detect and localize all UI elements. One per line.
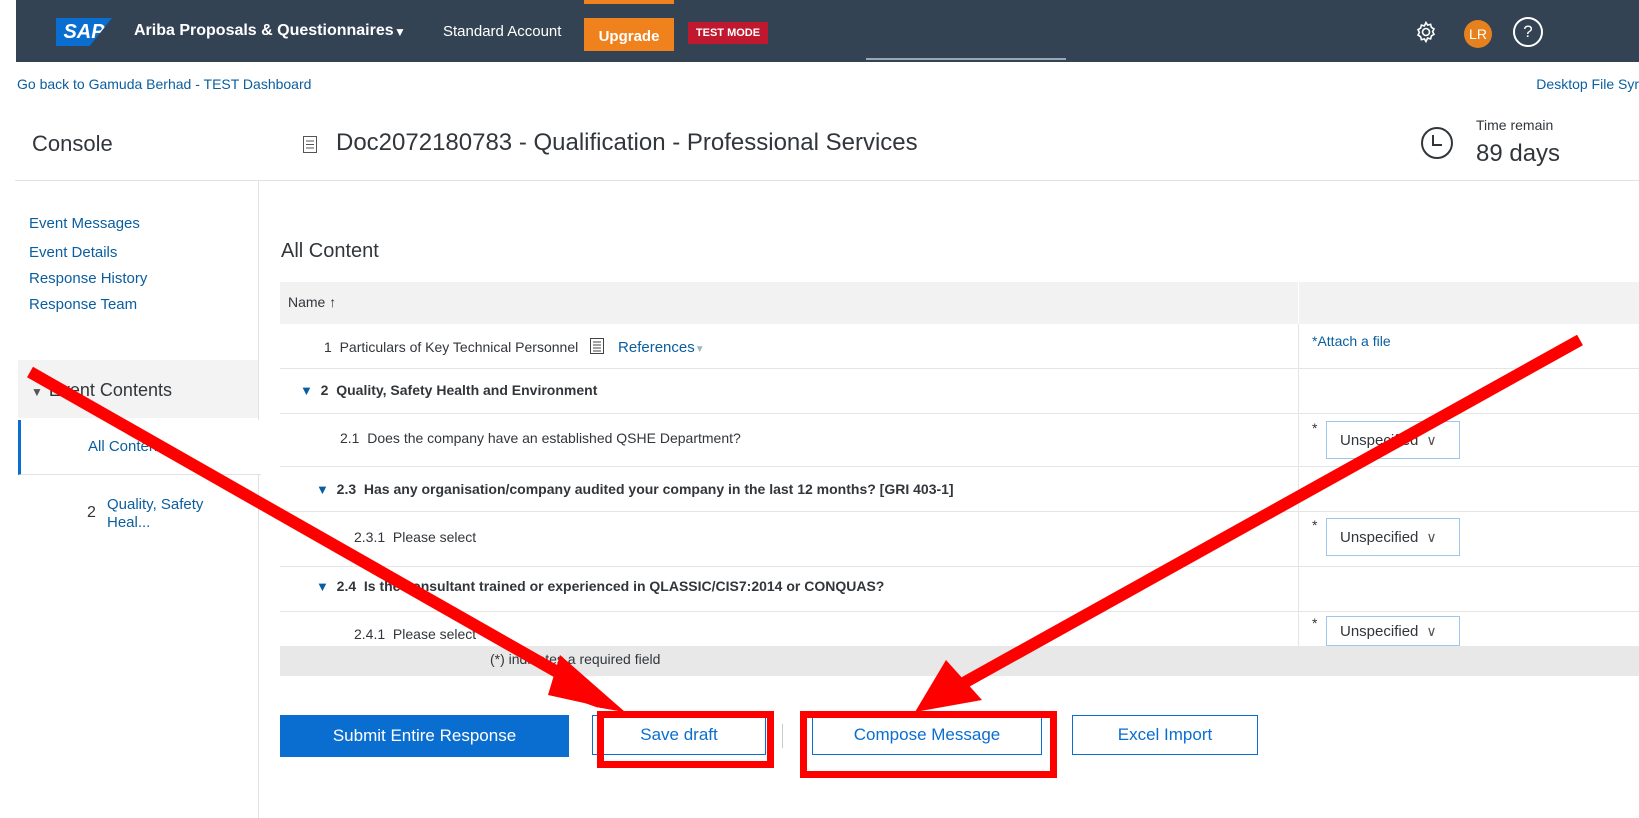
- event-contents-text: Event Contents: [48, 380, 172, 400]
- row-text: Please select: [392, 529, 477, 545]
- triangle-down-icon: ▼: [31, 385, 43, 399]
- chevron-down-icon[interactable]: ∨: [1426, 432, 1436, 449]
- annotation-box-save-draft: [597, 711, 774, 768]
- triangle-down-icon[interactable]: ▼: [316, 482, 329, 497]
- row-number: 2: [320, 382, 329, 398]
- page-title: Doc2072180783 - Qualification - Professi…: [336, 129, 918, 156]
- row-number: 2.1: [340, 430, 360, 446]
- row-text: Is the consultant trained or experienced…: [363, 578, 885, 594]
- sidebar-link-response-team[interactable]: Response Team: [29, 296, 137, 313]
- chevron-down-icon[interactable]: ∨: [1426, 529, 1436, 546]
- submit-entire-response-button[interactable]: Submit Entire Response: [280, 715, 569, 757]
- time-remaining-value: 89 days: [1476, 140, 1561, 167]
- row-2-section[interactable]: ▼ 2 Quality, Safety Health and Environme…: [300, 382, 597, 398]
- row-text: Has any organisation/company audited you…: [363, 481, 954, 497]
- account-label: Standard Account: [443, 23, 562, 40]
- row-2-3-1-question: 2.3.1 Please select: [354, 529, 476, 545]
- answer-select-2-3-1[interactable]: Unspecified ∨: [1326, 518, 1460, 556]
- row-number: 1: [324, 339, 332, 355]
- upgrade-indicator: [584, 0, 674, 4]
- document-icon: [590, 338, 605, 354]
- row-number: 2.3.1: [354, 529, 386, 545]
- triangle-down-icon[interactable]: ▼: [316, 579, 329, 594]
- upgrade-button[interactable]: Upgrade: [584, 18, 674, 51]
- row-1-label: 1 Particulars of Key Technical Personnel…: [324, 338, 705, 356]
- back-to-dashboard-link[interactable]: Go back to Gamuda Berhad - TEST Dashboar…: [17, 76, 311, 92]
- section-title: All Content: [281, 240, 379, 262]
- sidebar-item-number: 2: [87, 504, 96, 521]
- row-number: 2.4: [336, 578, 357, 594]
- annotation-box-compose-message: [800, 711, 1057, 778]
- required-field-note: (*) indicates a required field: [490, 651, 661, 667]
- sidebar-divider: [258, 181, 259, 818]
- attach-file-link[interactable]: *Attach a file: [1312, 333, 1391, 349]
- button-separator: [782, 724, 783, 748]
- desktop-file-sync-link[interactable]: Desktop File Syr: [1536, 76, 1639, 92]
- row-2-1-question: 2.1 Does the company have an established…: [340, 430, 741, 446]
- time-remaining-label: Time remain: [1476, 117, 1554, 133]
- required-star: *: [1312, 517, 1318, 533]
- sap-logo: SAP: [56, 18, 112, 46]
- excel-import-button[interactable]: Excel Import: [1072, 715, 1258, 755]
- top-navigation-bar: SAP Ariba Proposals & Questionnaires ▼ S…: [16, 0, 1639, 62]
- row-number: 2.3: [336, 481, 357, 497]
- user-avatar[interactable]: LR: [1464, 20, 1492, 48]
- sidebar-item-all-content-label[interactable]: All Content: [88, 438, 161, 455]
- test-mode-badge: TEST MODE: [688, 22, 768, 44]
- required-star: *: [1312, 615, 1318, 631]
- row-2-4-1-question: 2.4.1 Please select: [354, 626, 476, 642]
- clock-icon: [1421, 127, 1453, 159]
- required-star: *: [1312, 420, 1318, 436]
- column-header-name[interactable]: Name ↑: [288, 294, 336, 310]
- sidebar-link-response-history[interactable]: Response History: [29, 270, 147, 287]
- sidebar-link-event-details[interactable]: Event Details: [29, 244, 117, 261]
- table-header-separator: [1298, 282, 1299, 324]
- select-value: Unspecified: [1340, 528, 1419, 546]
- select-value: Unspecified: [1340, 622, 1419, 640]
- answer-select-2-4-1[interactable]: Unspecified ∨: [1326, 616, 1460, 646]
- event-contents-label[interactable]: ▼ Event Contents: [31, 380, 172, 401]
- required-note-bar: [280, 646, 1639, 676]
- triangle-down-icon[interactable]: ▼: [300, 383, 313, 398]
- answer-select-2-1[interactable]: Unspecified ∨: [1326, 421, 1460, 459]
- document-icon: [303, 136, 317, 153]
- references-link[interactable]: References: [618, 339, 695, 356]
- caret-down-icon[interactable]: ▼: [695, 344, 705, 355]
- row-2-4-section[interactable]: ▼ 2.4 Is the consultant trained or exper…: [316, 578, 884, 594]
- row-number: 2.4.1: [354, 626, 386, 642]
- gear-icon[interactable]: [1414, 20, 1438, 44]
- help-icon[interactable]: ?: [1513, 17, 1543, 47]
- caret-down-icon[interactable]: ▼: [394, 25, 406, 39]
- topbar-divider: [866, 58, 1066, 60]
- chevron-down-icon[interactable]: ∨: [1426, 623, 1436, 640]
- row-text: Particulars of Key Technical Personnel: [339, 339, 579, 355]
- attach-file-text[interactable]: Attach a file: [1317, 333, 1390, 349]
- column-separator: [1298, 324, 1299, 646]
- select-value: Unspecified: [1340, 431, 1419, 449]
- sidebar-item-quality-safety[interactable]: Quality, Safety Heal...: [107, 496, 227, 532]
- row-text: Please select: [392, 626, 477, 642]
- row-text: Quality, Safety Health and Environment: [336, 382, 598, 398]
- console-title: Console: [32, 131, 113, 156]
- row-text: Does the company have an established QSH…: [367, 430, 741, 446]
- sidebar-link-event-messages[interactable]: Event Messages: [29, 215, 140, 232]
- table-header: [280, 282, 1639, 324]
- app-title[interactable]: Ariba Proposals & Questionnaires: [134, 22, 394, 40]
- row-2-3-section[interactable]: ▼ 2.3 Has any organisation/company audit…: [316, 481, 954, 497]
